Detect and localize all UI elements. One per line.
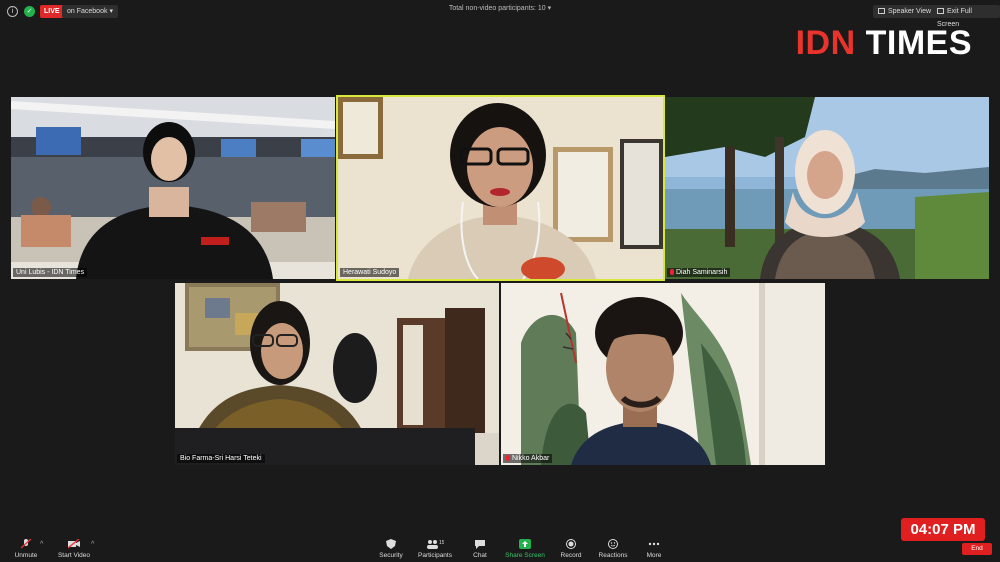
reactions-button[interactable]: Reactions bbox=[597, 539, 629, 559]
info-icon[interactable]: i bbox=[7, 6, 18, 17]
video-tile-nikko-akbar[interactable]: Nikko Akbar bbox=[501, 283, 825, 465]
more-label: More bbox=[646, 552, 662, 559]
shield-icon bbox=[386, 539, 396, 549]
record-icon bbox=[566, 539, 576, 549]
audio-options-caret-icon[interactable]: ^ bbox=[40, 541, 43, 548]
speaker-view-button[interactable]: Speaker View bbox=[873, 5, 937, 18]
live-platform-label: on Facebook bbox=[67, 8, 108, 15]
top-bar: i ✓ LIVE on Facebook ▾ Total non-video p… bbox=[0, 0, 1000, 28]
idn-times-logo: IDN TIMES bbox=[795, 24, 972, 62]
non-video-participants-label: Total non-video participants: 10 bbox=[448, 5, 546, 12]
end-meeting-button[interactable]: End bbox=[962, 543, 992, 555]
chat-bubble-icon bbox=[475, 540, 485, 549]
video-tile-herawati-sudoyo[interactable]: Herawati Sudoyo bbox=[336, 95, 665, 281]
record-button[interactable]: Record bbox=[559, 539, 583, 559]
smiley-reaction-icon bbox=[608, 539, 618, 549]
exit-fullscreen-icon bbox=[937, 8, 944, 14]
participants-label: Participants bbox=[418, 552, 452, 559]
grid-view-icon bbox=[878, 8, 885, 14]
share-screen-button[interactable]: Share Screen bbox=[505, 539, 545, 559]
chevron-down-icon: ▾ bbox=[109, 8, 113, 15]
encryption-shield-icon[interactable]: ✓ bbox=[24, 6, 35, 17]
live-badge[interactable]: LIVE bbox=[40, 5, 64, 18]
more-dots-icon bbox=[648, 542, 660, 546]
participants-button[interactable]: 15 Participants bbox=[417, 539, 453, 559]
participant-name-tag: Diah Saminarsih bbox=[667, 268, 731, 277]
video-tile-uni-lubis[interactable]: Uni Lubis - IDN Times bbox=[11, 97, 335, 279]
video-feed-newsroom bbox=[11, 97, 335, 279]
live-on-facebook-dropdown[interactable]: on Facebook ▾ bbox=[62, 5, 118, 18]
video-feed-speaker bbox=[338, 97, 663, 279]
chat-label: Chat bbox=[473, 552, 487, 559]
video-tile-bio-farma-sri-harsi-teteki[interactable]: Bio Farma-Sri Harsi Teteki bbox=[175, 283, 499, 465]
video-off-icon bbox=[68, 539, 80, 549]
meeting-controls-bar: Unmute ^ Start Video ^ Security 15 Parti… bbox=[0, 532, 1000, 562]
start-video-button[interactable]: Start Video bbox=[57, 539, 91, 559]
video-feed-lake-background bbox=[665, 97, 989, 279]
broadcast-clock-overlay: 04:07 PM bbox=[901, 518, 985, 541]
muted-microphone-icon bbox=[20, 539, 32, 549]
participant-name-tag: Uni Lubis - IDN Times bbox=[13, 268, 88, 277]
exit-full-screen-button[interactable]: Exit Full Screen bbox=[932, 5, 1000, 28]
participant-name-tag: Herawati Sudoyo bbox=[340, 268, 400, 277]
more-button[interactable]: More bbox=[643, 539, 665, 559]
record-label: Record bbox=[560, 552, 582, 559]
start-video-label: Start Video bbox=[57, 552, 91, 559]
chat-button[interactable]: Chat bbox=[470, 539, 490, 559]
participant-name-tag: Nikko Akbar bbox=[503, 454, 553, 463]
participants-icon: 15 bbox=[427, 540, 444, 549]
chevron-down-icon: ▾ bbox=[547, 5, 552, 12]
participant-name-tag: Bio Farma-Sri Harsi Teteki bbox=[177, 454, 265, 463]
security-button[interactable]: Security bbox=[377, 539, 405, 559]
video-options-caret-icon[interactable]: ^ bbox=[91, 541, 94, 548]
speaker-view-label: Speaker View bbox=[888, 8, 932, 15]
unmute-label: Unmute bbox=[14, 552, 38, 559]
reactions-label: Reactions bbox=[598, 552, 628, 559]
video-feed-office bbox=[175, 283, 499, 465]
video-feed-painting-background bbox=[501, 283, 825, 465]
share-screen-arrow-icon bbox=[519, 539, 531, 549]
muted-mic-icon bbox=[506, 455, 510, 461]
share-screen-label: Share Screen bbox=[505, 552, 545, 559]
muted-mic-icon bbox=[670, 269, 674, 275]
unmute-button[interactable]: Unmute bbox=[12, 539, 40, 559]
zoom-meeting-window: i ✓ LIVE on Facebook ▾ Total non-video p… bbox=[0, 0, 1000, 562]
non-video-participants-dropdown[interactable]: Total non-video participants: 10 ▾ bbox=[440, 4, 560, 12]
video-tile-diah-saminarsih[interactable]: Diah Saminarsih bbox=[665, 97, 989, 279]
participants-count: 15 bbox=[439, 540, 444, 546]
security-label: Security bbox=[379, 552, 403, 559]
